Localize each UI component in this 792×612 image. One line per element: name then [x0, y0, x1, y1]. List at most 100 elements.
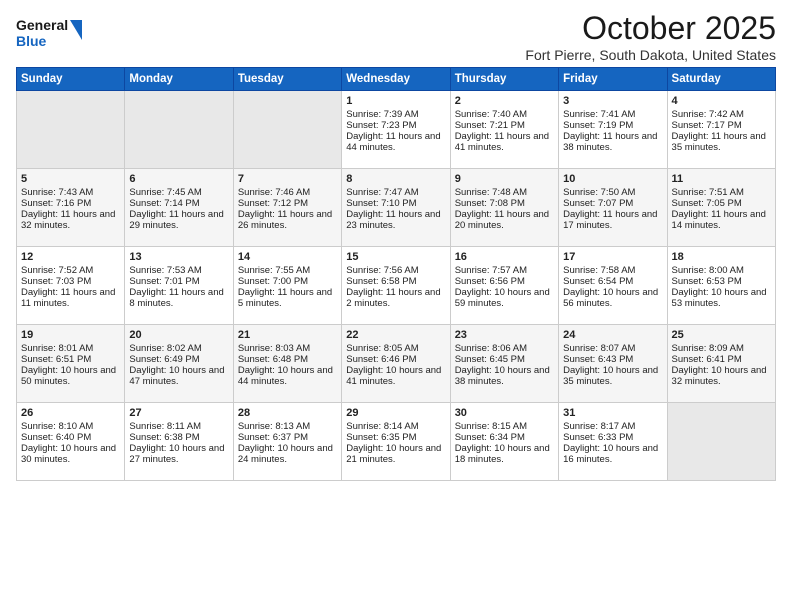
daylight-text: Daylight: 10 hours and 59 minutes.: [455, 287, 550, 309]
day-number: 18: [672, 251, 771, 263]
day-number: 9: [455, 173, 554, 185]
sunrise-text: Sunrise: 7:50 AM: [563, 187, 635, 198]
sunrise-text: Sunrise: 7:56 AM: [346, 265, 418, 276]
calendar-cell: 7Sunrise: 7:46 AMSunset: 7:12 PMDaylight…: [233, 169, 341, 247]
daylight-text: Daylight: 10 hours and 24 minutes.: [238, 443, 333, 465]
day-number: 11: [672, 173, 771, 185]
calendar-cell: 8Sunrise: 7:47 AMSunset: 7:10 PMDaylight…: [342, 169, 450, 247]
sunrise-text: Sunrise: 7:47 AM: [346, 187, 418, 198]
sunrise-text: Sunrise: 7:51 AM: [672, 187, 744, 198]
daylight-text: Daylight: 10 hours and 56 minutes.: [563, 287, 658, 309]
daylight-text: Daylight: 10 hours and 53 minutes.: [672, 287, 767, 309]
sunset-text: Sunset: 6:53 PM: [672, 276, 742, 287]
daylight-text: Daylight: 11 hours and 29 minutes.: [129, 209, 223, 231]
calendar-cell: 6Sunrise: 7:45 AMSunset: 7:14 PMDaylight…: [125, 169, 233, 247]
daylight-text: Daylight: 10 hours and 38 minutes.: [455, 365, 550, 387]
sunrise-text: Sunrise: 8:11 AM: [129, 421, 201, 432]
day-number: 5: [21, 173, 120, 185]
sunset-text: Sunset: 7:12 PM: [238, 198, 308, 209]
day-number: 13: [129, 251, 228, 263]
sunset-text: Sunset: 7:17 PM: [672, 120, 742, 131]
calendar-cell: [233, 91, 341, 169]
sunset-text: Sunset: 7:03 PM: [21, 276, 91, 287]
logo: General Blue: [16, 10, 96, 59]
weekday-sunday: Sunday: [17, 68, 125, 91]
calendar-cell: 24Sunrise: 8:07 AMSunset: 6:43 PMDayligh…: [559, 325, 667, 403]
day-number: 25: [672, 329, 771, 341]
daylight-text: Daylight: 11 hours and 38 minutes.: [563, 131, 657, 153]
calendar-cell: 2Sunrise: 7:40 AMSunset: 7:21 PMDaylight…: [450, 91, 558, 169]
daylight-text: Daylight: 11 hours and 35 minutes.: [672, 131, 766, 153]
day-number: 3: [563, 95, 662, 107]
svg-text:Blue: Blue: [16, 33, 47, 49]
sunset-text: Sunset: 6:37 PM: [238, 432, 308, 443]
calendar-cell: 12Sunrise: 7:52 AMSunset: 7:03 PMDayligh…: [17, 247, 125, 325]
calendar-cell: 14Sunrise: 7:55 AMSunset: 7:00 PMDayligh…: [233, 247, 341, 325]
sunrise-text: Sunrise: 7:41 AM: [563, 109, 635, 120]
sunrise-text: Sunrise: 8:01 AM: [21, 343, 93, 354]
sunrise-text: Sunrise: 8:02 AM: [129, 343, 201, 354]
calendar-body: 1Sunrise: 7:39 AMSunset: 7:23 PMDaylight…: [17, 91, 776, 481]
day-number: 22: [346, 329, 445, 341]
calendar-cell: 10Sunrise: 7:50 AMSunset: 7:07 PMDayligh…: [559, 169, 667, 247]
daylight-text: Daylight: 11 hours and 26 minutes.: [238, 209, 332, 231]
calendar-cell: 9 Sunrise: 7:48 AMSunset: 7:08 PMDaylight…: [450, 169, 558, 247]
day-number: 20: [129, 329, 228, 341]
calendar-week-3: 12Sunrise: 7:52 AMSunset: 7:03 PMDayligh…: [17, 247, 776, 325]
sunset-text: Sunset: 7:21 PM: [455, 120, 525, 131]
sunrise-text: Sunrise: 8:15 AM: [455, 421, 527, 432]
day-number: 15: [346, 251, 445, 263]
sunrise-text: Sunrise: 7:48 AM: [455, 187, 527, 198]
calendar-cell: 5Sunrise: 7:43 AMSunset: 7:16 PMDaylight…: [17, 169, 125, 247]
sunset-text: Sunset: 7:10 PM: [346, 198, 416, 209]
day-number: 26: [21, 407, 120, 419]
sunrise-text: Sunrise: 7:45 AM: [129, 187, 201, 198]
daylight-text: Daylight: 10 hours and 18 minutes.: [455, 443, 550, 465]
sunrise-text: Sunrise: 7:39 AM: [346, 109, 418, 120]
daylight-text: Daylight: 11 hours and 32 minutes.: [21, 209, 115, 231]
calendar-cell: 19Sunrise: 8:01 AMSunset: 6:51 PMDayligh…: [17, 325, 125, 403]
sunset-text: Sunset: 6:35 PM: [346, 432, 416, 443]
calendar-cell: 15Sunrise: 7:56 AMSunset: 6:58 PMDayligh…: [342, 247, 450, 325]
calendar-cell: [667, 403, 775, 481]
calendar-cell: 28Sunrise: 8:13 AMSunset: 6:37 PMDayligh…: [233, 403, 341, 481]
sunrise-text: Sunrise: 7:57 AM: [455, 265, 527, 276]
daylight-text: Daylight: 11 hours and 8 minutes.: [129, 287, 223, 309]
daylight-text: Daylight: 11 hours and 20 minutes.: [455, 209, 549, 231]
sunrise-text: Sunrise: 7:55 AM: [238, 265, 310, 276]
sunrise-text: Sunrise: 8:17 AM: [563, 421, 635, 432]
sunset-text: Sunset: 6:33 PM: [563, 432, 633, 443]
daylight-text: Daylight: 11 hours and 41 minutes.: [455, 131, 549, 153]
calendar-week-2: 5Sunrise: 7:43 AMSunset: 7:16 PMDaylight…: [17, 169, 776, 247]
calendar-table: Sunday Monday Tuesday Wednesday Thursday…: [16, 67, 776, 481]
calendar-cell: 31Sunrise: 8:17 AMSunset: 6:33 PMDayligh…: [559, 403, 667, 481]
location: Fort Pierre, South Dakota, United States: [525, 47, 776, 63]
day-number: 8: [346, 173, 445, 185]
sunset-text: Sunset: 6:49 PM: [129, 354, 199, 365]
daylight-text: Daylight: 11 hours and 11 minutes.: [21, 287, 115, 309]
sunrise-text: Sunrise: 8:14 AM: [346, 421, 418, 432]
daylight-text: Daylight: 10 hours and 16 minutes.: [563, 443, 658, 465]
calendar-cell: 13Sunrise: 7:53 AMSunset: 7:01 PMDayligh…: [125, 247, 233, 325]
sunset-text: Sunset: 6:40 PM: [21, 432, 91, 443]
day-number: 28: [238, 407, 337, 419]
sunrise-text: Sunrise: 8:06 AM: [455, 343, 527, 354]
daylight-text: Daylight: 10 hours and 47 minutes.: [129, 365, 224, 387]
calendar-cell: 21Sunrise: 8:03 AMSunset: 6:48 PMDayligh…: [233, 325, 341, 403]
day-number: 21: [238, 329, 337, 341]
calendar-week-4: 19Sunrise: 8:01 AMSunset: 6:51 PMDayligh…: [17, 325, 776, 403]
calendar-header: Sunday Monday Tuesday Wednesday Thursday…: [17, 68, 776, 91]
sunrise-text: Sunrise: 8:09 AM: [672, 343, 744, 354]
daylight-text: Daylight: 10 hours and 30 minutes.: [21, 443, 116, 465]
sunset-text: Sunset: 7:08 PM: [455, 198, 525, 209]
sunset-text: Sunset: 6:51 PM: [21, 354, 91, 365]
day-number: 23: [455, 329, 554, 341]
day-number: 17: [563, 251, 662, 263]
sunset-text: Sunset: 7:19 PM: [563, 120, 633, 131]
day-number: 29: [346, 407, 445, 419]
weekday-friday: Friday: [559, 68, 667, 91]
sunrise-text: Sunrise: 8:00 AM: [672, 265, 744, 276]
daylight-text: Daylight: 11 hours and 5 minutes.: [238, 287, 332, 309]
sunset-text: Sunset: 6:41 PM: [672, 354, 742, 365]
sunset-text: Sunset: 7:00 PM: [238, 276, 308, 287]
